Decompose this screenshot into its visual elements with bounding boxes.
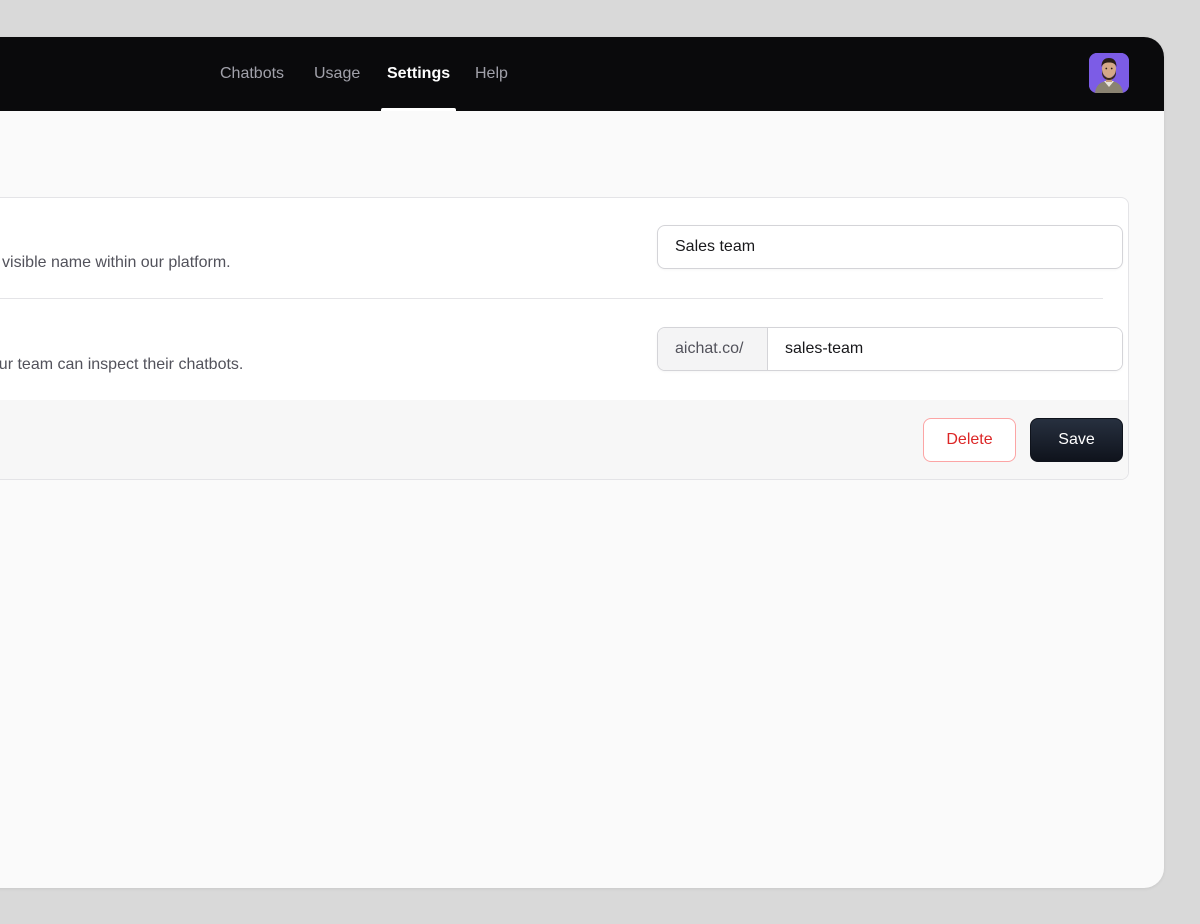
nav-item-settings-label: Settings <box>387 65 451 82</box>
card-footer: Delete Save <box>0 400 1128 479</box>
nav-item-chatbots[interactable]: Chatbots <box>220 37 284 111</box>
team-url-field: aichat.co/ <box>657 327 1123 371</box>
active-tab-indicator <box>381 108 457 111</box>
url-prefix: aichat.co/ <box>658 328 768 370</box>
team-settings-card: me r team’s visible name within our plat… <box>0 197 1129 480</box>
team-name-description: r team’s visible name within our platfor… <box>0 254 231 271</box>
nav-item-usage[interactable]: Usage <box>314 37 360 111</box>
nav-item-help[interactable]: Help <box>475 37 508 111</box>
app-window: Chatbots Usage Settings Help me r team’s… <box>0 37 1164 888</box>
section-divider <box>0 298 1103 299</box>
save-button[interactable]: Save <box>1030 418 1123 462</box>
team-url-input[interactable] <box>768 328 1122 370</box>
top-navigation-bar: Chatbots Usage Settings Help <box>0 37 1164 111</box>
user-avatar-icon[interactable] <box>1089 53 1129 93</box>
team-url-description: URL, your team can inspect their chatbot… <box>0 356 244 373</box>
delete-button[interactable]: Delete <box>923 418 1016 462</box>
team-name-input[interactable] <box>657 225 1123 269</box>
nav-item-settings[interactable]: Settings <box>381 37 457 111</box>
